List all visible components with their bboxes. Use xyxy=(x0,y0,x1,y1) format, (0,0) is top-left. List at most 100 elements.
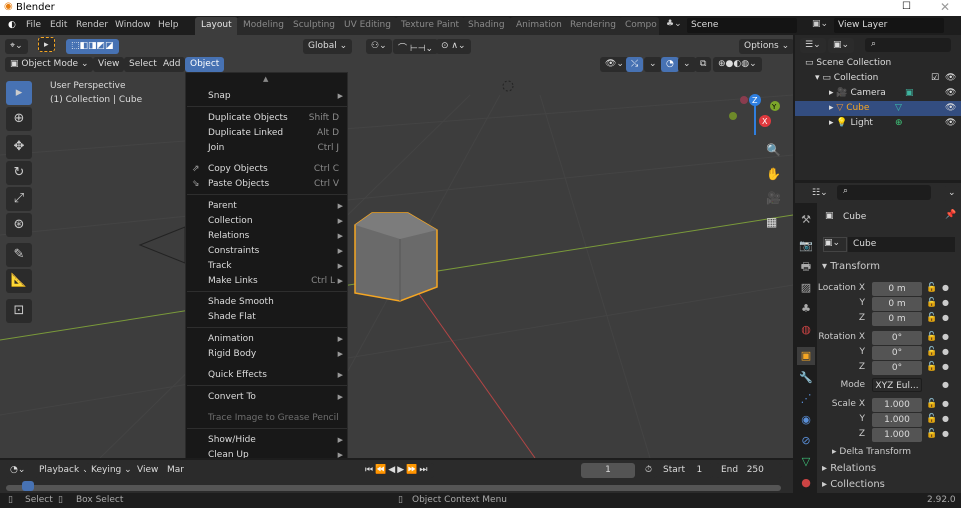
menu-help[interactable]: Help xyxy=(158,20,179,30)
keyframe-dot-icon[interactable]: ● xyxy=(942,313,949,322)
menu-item-convert-to[interactable]: Convert To ▶ xyxy=(187,390,347,405)
lock-icon[interactable]: 🔓 xyxy=(926,362,937,372)
tab-layout[interactable]: Layout xyxy=(195,17,238,35)
menu-item-paste-objects[interactable]: ⇘ Paste Objects Ctrl V xyxy=(187,177,347,192)
menu-item-constraints[interactable]: Constraints ▶ xyxy=(187,244,347,259)
material-tab-icon[interactable]: ● xyxy=(797,474,815,492)
rotation-y-field[interactable]: 0° xyxy=(872,346,922,360)
menu-item-duplicate-objects[interactable]: Duplicate Objects Shift D xyxy=(187,111,347,126)
zoom-icon[interactable]: 🔍 xyxy=(766,143,781,157)
lock-icon[interactable]: 🔓 xyxy=(926,283,937,293)
collections-panel-header[interactable]: ▸ Collections xyxy=(822,478,885,491)
menu-item-parent[interactable]: Parent ▶ xyxy=(187,199,347,214)
menu-item-copy-objects[interactable]: ⇗ Copy Objects Ctrl C xyxy=(187,162,347,177)
scene-icon[interactable]: ♣⌄ xyxy=(666,19,682,29)
relations-panel-header[interactable]: ▸ Relations xyxy=(822,463,876,474)
options-dropdown[interactable]: ⌄ xyxy=(943,186,961,201)
lock-icon[interactable]: 🔓 xyxy=(926,332,937,342)
timeline-editor-type[interactable]: ◔⌄ xyxy=(5,463,31,478)
keyframe-dot-icon[interactable]: ● xyxy=(942,347,949,356)
end-frame-field[interactable]: End 250 xyxy=(716,463,782,478)
menu-item-relations[interactable]: Relations ▶ xyxy=(187,229,347,244)
keying-menu[interactable]: Keying ⌄ xyxy=(86,463,137,478)
scroll-up-arrow-icon[interactable]: ▲ xyxy=(263,75,268,83)
timeline-view-menu[interactable]: View xyxy=(132,463,164,478)
menu-item-collection[interactable]: Collection ▶ xyxy=(187,214,347,229)
current-frame-field[interactable]: 1 xyxy=(581,463,635,478)
cursor-tool-icon[interactable]: ⊕ xyxy=(6,107,32,131)
shading-mode-buttons[interactable]: ⊕●◐◍⌄ xyxy=(713,57,762,72)
location-x-field[interactable]: 0 m xyxy=(872,282,922,296)
marker-menu[interactable]: Mar xyxy=(162,463,189,478)
proportional-edit-toggle[interactable]: ⊙ ∧⌄ xyxy=(436,39,471,54)
rotation-z-field[interactable]: 0° xyxy=(872,361,922,375)
menu-object[interactable]: Object xyxy=(185,57,225,72)
keyframe-dot-icon[interactable]: ● xyxy=(942,399,949,408)
overlay-dropdown[interactable]: ⌄ xyxy=(678,57,696,72)
menu-add[interactable]: Add xyxy=(158,57,186,72)
tab-rendering[interactable]: Rendering xyxy=(564,17,622,35)
scale-x-field[interactable]: 1.000 xyxy=(872,398,922,412)
tab-texture-paint[interactable]: Texture Paint xyxy=(395,17,466,35)
measure-tool-icon[interactable]: 📐 xyxy=(6,269,32,293)
eye-icon[interactable]: 👁 xyxy=(945,116,956,131)
collection-row[interactable]: ▾ ▭ Collection ☑ 👁 xyxy=(795,71,961,86)
transform-panel-header[interactable]: ▾ Transform xyxy=(822,261,880,272)
mode-dropdown[interactable]: ▣ Object Mode ⌄ xyxy=(5,57,94,72)
outliner-item-camera[interactable]: ▸ 🎥 Camera ▣ 👁 xyxy=(795,86,961,101)
gizmo-dropdown[interactable]: ⌄ xyxy=(644,57,662,72)
eye-icon[interactable]: 👁 xyxy=(945,101,956,116)
view-layer-field[interactable]: View Layer xyxy=(834,18,944,33)
tab-uv-editing[interactable]: UV Editing xyxy=(338,17,397,35)
menu-item-make-links[interactable]: Make Links Ctrl L ▶ xyxy=(187,274,347,289)
menu-item-rigid-body[interactable]: Rigid Body ▶ xyxy=(187,347,347,362)
location-z-field[interactable]: 0 m xyxy=(872,312,922,326)
tab-compositing[interactable]: Compo xyxy=(619,17,659,35)
pan-hand-icon[interactable]: ✋ xyxy=(766,167,781,181)
timeline-scrollbar[interactable] xyxy=(6,485,781,491)
lock-icon[interactable]: 🔓 xyxy=(926,399,937,409)
menu-item-join[interactable]: Join Ctrl J xyxy=(187,141,347,156)
lock-icon[interactable]: 🔓 xyxy=(926,298,937,308)
menu-file[interactable]: File xyxy=(26,20,41,30)
transform-orientation-dropdown[interactable]: Global ⌄ xyxy=(303,39,353,54)
view-layer-icon[interactable]: ▣⌄ xyxy=(812,19,828,29)
menu-item-quick-effects[interactable]: Quick Effects ▶ xyxy=(187,368,347,383)
menu-item-snap[interactable]: Snap ▶ xyxy=(187,89,347,104)
outliner-item-cube[interactable]: ▸ ▽ Cube ▽ 👁 xyxy=(795,101,961,116)
playback-controls[interactable]: ⏮⏪◀▶⏩⏭ xyxy=(360,463,435,478)
tool-tab-icon[interactable]: ⚒ xyxy=(797,211,815,229)
keyframe-dot-icon[interactable]: ● xyxy=(942,362,949,371)
display-mode-dropdown[interactable]: ☰⌄ xyxy=(800,38,826,53)
menu-item-shade-smooth[interactable]: Shade Smooth xyxy=(187,295,347,310)
editor-type-button[interactable]: ⌖⌄ xyxy=(5,39,28,54)
outliner-item-light[interactable]: ▸ 💡 Light ⊕ 👁 xyxy=(795,116,961,131)
scale-z-field[interactable]: 1.000 xyxy=(872,428,922,442)
menu-edit[interactable]: Edit xyxy=(50,20,67,30)
scale-y-field[interactable]: 1.000 xyxy=(872,413,922,427)
annotate-tool-icon[interactable]: ✎ xyxy=(6,243,32,267)
menu-item-show-hide[interactable]: Show/Hide ▶ xyxy=(187,433,347,448)
keyframe-dot-icon[interactable]: ● xyxy=(942,380,949,389)
menu-item-duplicate-linked[interactable]: Duplicate Linked Alt D xyxy=(187,126,347,141)
keyframe-dot-icon[interactable]: ● xyxy=(942,283,949,292)
keyframe-dot-icon[interactable]: ● xyxy=(942,298,949,307)
xray-toggle[interactable]: ⧉ xyxy=(695,57,712,72)
checkbox-icon[interactable]: ☑ xyxy=(931,71,939,86)
scene-field[interactable]: Scene xyxy=(687,18,797,33)
scene-collection-row[interactable]: ▭ Scene Collection xyxy=(795,56,961,71)
delta-transform-subpanel[interactable]: ▸ Delta Transform xyxy=(832,447,911,457)
overlay-toggle[interactable]: ◔ xyxy=(661,57,679,72)
snap-toggle[interactable]: ⌒ ⊢⊣⌄ xyxy=(393,39,439,54)
object-name-field[interactable]: Cube xyxy=(848,237,955,252)
playhead[interactable] xyxy=(22,481,34,491)
rotate-tool-icon[interactable]: ↻ xyxy=(6,161,32,185)
move-tool-icon[interactable]: ✥ xyxy=(6,135,32,159)
rotation-mode-dropdown[interactable]: XYZ Eul... ⌄ xyxy=(872,378,922,405)
pin-icon[interactable]: 📌 xyxy=(945,210,956,220)
select-tool-icon[interactable]: ▸ xyxy=(6,81,32,105)
pivot-dropdown[interactable]: ⚇⌄ xyxy=(366,39,392,54)
light-data-icon[interactable]: ⊕ xyxy=(895,116,903,131)
mesh-data-icon[interactable]: ▽ xyxy=(895,101,902,116)
select-box-mode-button[interactable]: ▸ xyxy=(38,37,55,52)
